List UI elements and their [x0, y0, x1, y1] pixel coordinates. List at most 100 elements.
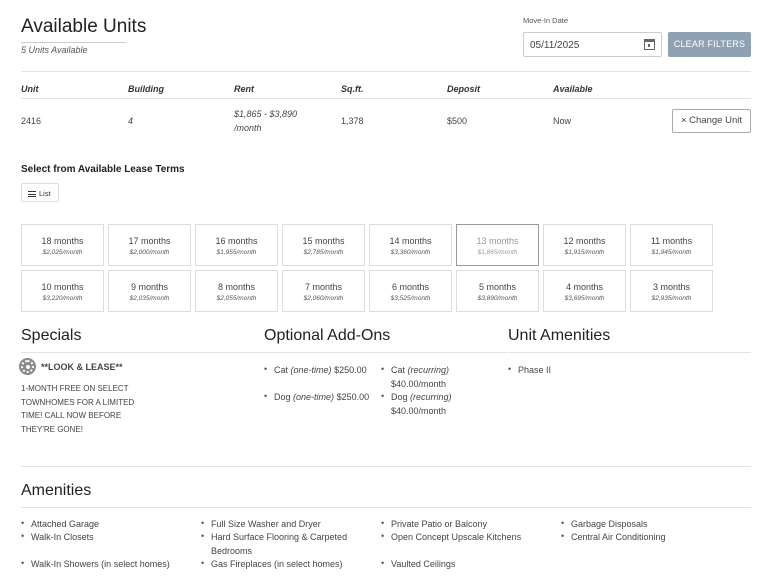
building-number: 4	[128, 116, 134, 126]
lease-term-price: $3,525/month	[390, 295, 431, 302]
lease-term-option[interactable]: 10 months $3,220/month	[21, 270, 104, 312]
lease-term-option[interactable]: 14 months $3,360/month	[369, 224, 452, 266]
lease-term-option[interactable]: 17 months $2,000/month	[108, 224, 191, 266]
unit-amenity-item: Phase II	[518, 365, 552, 375]
addon-item: Dog (recurring) $40.00/month	[391, 392, 452, 416]
bullet: •	[21, 558, 25, 568]
bullet: •	[508, 364, 512, 374]
units-available-count: 5 Units Available	[21, 45, 88, 55]
list-view-button[interactable]: List	[21, 183, 59, 202]
lease-term-months: 11 months	[650, 236, 693, 246]
lease-term-months: 3 months	[652, 282, 691, 292]
lease-term-months: 17 months	[128, 236, 171, 246]
specials-heading: Specials	[21, 327, 82, 344]
title-divider	[21, 42, 126, 43]
addons-heading: Optional Add-Ons	[264, 327, 391, 344]
change-unit-button[interactable]: × Change Unit	[672, 109, 751, 133]
lease-terms-heading: Select from Available Lease Terms	[21, 164, 185, 175]
bullet: •	[381, 558, 385, 568]
lease-term-option[interactable]: 15 months $2,785/month	[282, 224, 365, 266]
lease-term-option[interactable]: 18 months $2,025/month	[21, 224, 104, 266]
bullet: •	[201, 558, 205, 568]
lease-term-price: $2,935/month	[651, 295, 692, 302]
lease-term-months: 8 months	[217, 282, 256, 292]
col-header-available: Available	[553, 84, 593, 94]
col-header-deposit: Deposit	[447, 84, 481, 94]
lease-term-option[interactable]: 9 months $2,035/month	[108, 270, 191, 312]
lease-term-months: 6 months	[391, 282, 430, 292]
lease-term-option[interactable]: 7 months $2,060/month	[282, 270, 365, 312]
lease-term-months: 15 months	[302, 236, 345, 246]
lease-term-price: $3,220/month	[42, 295, 83, 302]
lease-term-price: $3,360/month	[390, 249, 431, 256]
lease-term-price: $2,000/month	[129, 249, 170, 256]
lease-term-price: $3,695/month	[564, 295, 605, 302]
lease-term-months: 10 months	[41, 282, 84, 292]
list-icon	[28, 191, 36, 198]
unit-amenities-heading: Unit Amenities	[508, 327, 611, 344]
move-in-date-input[interactable]: 05/11/2025	[523, 32, 662, 57]
lease-term-option[interactable]: 3 months $2,935/month	[630, 270, 713, 312]
clear-filters-button[interactable]: CLEAR FILTERS	[668, 32, 751, 57]
lease-term-price: $2,025/month	[42, 249, 83, 256]
lease-term-price: $1,915/month	[564, 249, 605, 256]
gear-icon	[21, 360, 34, 373]
amenities-divider	[21, 507, 751, 508]
lease-term-price: $2,035/month	[129, 295, 170, 302]
lease-term-option[interactable]: 11 months $1,945/month	[630, 224, 713, 266]
lease-term-months: 4 months	[565, 282, 604, 292]
lease-term-price: $2,055/month	[216, 295, 257, 302]
addon-item: Cat (recurring) $40.00/month	[391, 365, 450, 389]
amenity-item: Hard Surface Flooring & Carpeted Bedroom…	[211, 532, 348, 556]
rent-range: $1,865 - $3,890	[234, 109, 298, 119]
bullet: •	[264, 364, 268, 374]
table-header-divider	[21, 98, 751, 99]
lease-term-months: 16 months	[215, 236, 258, 246]
amenity-item: Vaulted Ceilings	[391, 559, 456, 569]
lease-term-option[interactable]: 8 months $2,055/month	[195, 270, 278, 312]
lease-term-price: $1,945/month	[651, 249, 692, 256]
rent-period: /month	[234, 123, 262, 133]
unit-amenities-divider	[508, 352, 751, 353]
calendar-icon[interactable]	[644, 39, 655, 50]
bullet: •	[381, 364, 385, 374]
unit-number: 2416	[21, 116, 42, 126]
lease-term-option[interactable]: 5 months $3,890/month	[456, 270, 539, 312]
bullet: •	[21, 531, 25, 541]
availability: Now	[553, 116, 572, 126]
bullet: •	[264, 391, 268, 401]
lease-term-months: 18 months	[41, 236, 84, 246]
special-name: **LOOK & LEASE**	[41, 362, 123, 372]
square-feet: 1,378	[341, 116, 364, 126]
lease-term-option[interactable]: 12 months $1,915/month	[543, 224, 626, 266]
lease-term-option[interactable]: 16 months $1,955/month	[195, 224, 278, 266]
amenities-heading: Amenities	[21, 482, 92, 499]
lease-term-option[interactable]: 6 months $3,525/month	[369, 270, 452, 312]
lease-term-price: $2,060/month	[303, 295, 344, 302]
lease-term-months: 13 months	[476, 236, 519, 246]
amenity-item: Walk-In Showers (in select homes)	[31, 559, 170, 569]
col-header-rent: Rent	[234, 84, 254, 94]
bullet: •	[381, 391, 385, 401]
addon-item: Dog (one-time) $250.00	[274, 392, 370, 402]
bullet: •	[201, 531, 205, 541]
header-divider	[21, 71, 751, 72]
deposit-amount: $500	[447, 116, 468, 126]
amenity-item: Central Air Conditioning	[571, 532, 666, 542]
lease-term-months: 9 months	[130, 282, 169, 292]
lease-term-months: 5 months	[478, 282, 517, 292]
addons-divider	[264, 352, 507, 353]
amenity-item: Full Size Washer and Dryer	[211, 519, 321, 529]
bullet: •	[381, 518, 385, 528]
lease-term-option[interactable]: 4 months $3,695/month	[543, 270, 626, 312]
move-in-date-label: Move-In Date	[523, 16, 569, 25]
lease-term-price: $1,955/month	[216, 249, 257, 256]
lease-term-price: $3,890/month	[477, 295, 518, 302]
amenity-item: Attached Garage	[31, 519, 100, 529]
amenity-item: Private Patio or Balcony	[391, 519, 488, 529]
specials-divider	[21, 352, 264, 353]
lease-term-months: 12 months	[563, 236, 606, 246]
lease-term-option[interactable]: 13 months $1,865/month	[456, 224, 539, 266]
lease-term-price: $1,865/month	[477, 249, 518, 256]
amenity-item: Open Concept Upscale Kitchens	[391, 532, 522, 542]
